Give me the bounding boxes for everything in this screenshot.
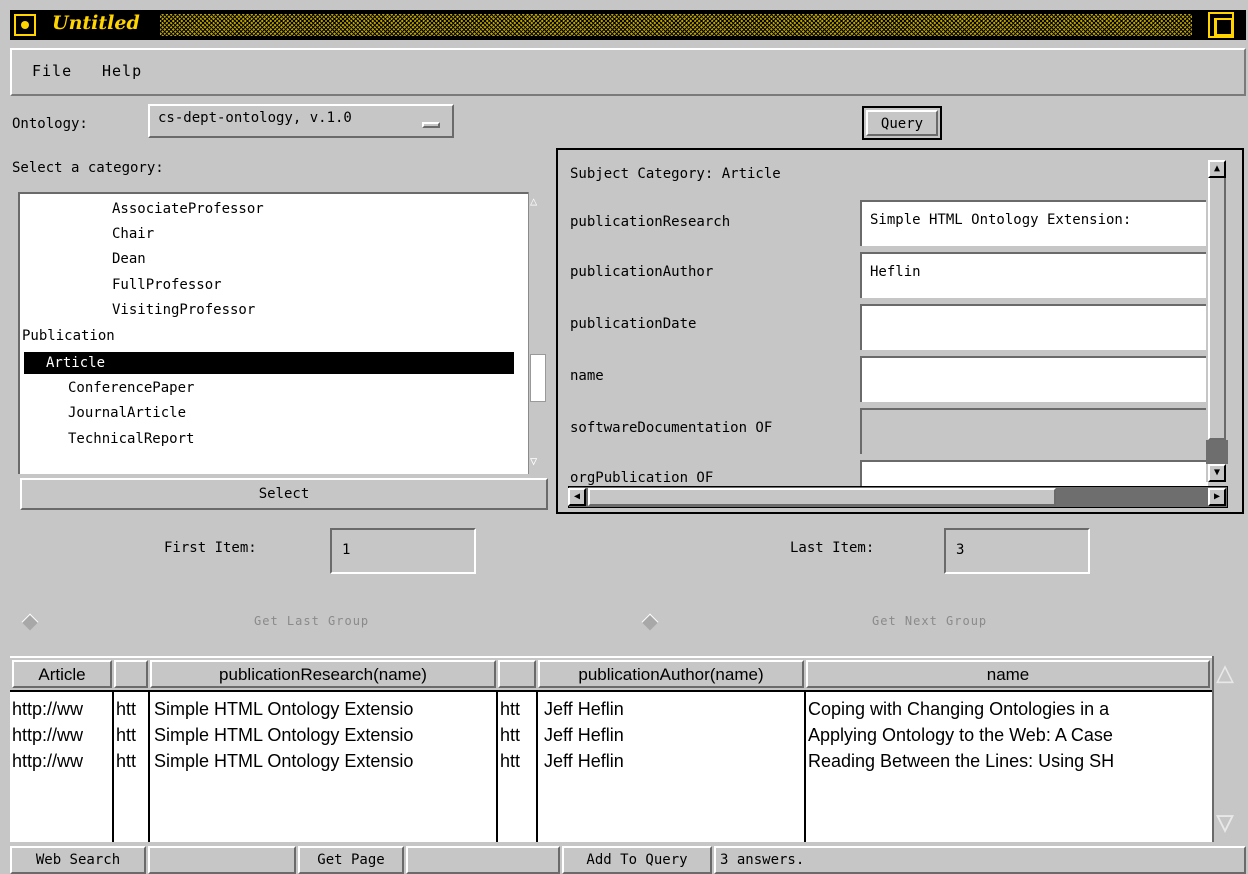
property-label: softwareDocumentation OF xyxy=(570,420,773,436)
publication-date-field[interactable] xyxy=(860,304,1208,350)
list-item-selected[interactable]: Article xyxy=(24,352,514,374)
title-bar-stripes xyxy=(160,14,1192,36)
table-cell[interactable]: Simple HTML Ontology Extensio xyxy=(154,748,494,774)
property-vertical-scroll-thumb[interactable] xyxy=(1208,176,1226,440)
get-last-group-button: Get Last Group xyxy=(254,614,370,628)
table-cell[interactable]: htt xyxy=(116,722,146,748)
status-spacer xyxy=(148,846,296,874)
property-horizontal-scroll-thumb[interactable] xyxy=(588,488,1056,506)
column-header-name[interactable]: name xyxy=(806,660,1210,688)
table-cell[interactable]: htt xyxy=(116,696,146,722)
query-button[interactable]: Query xyxy=(862,106,942,140)
list-item[interactable]: FullProfessor xyxy=(112,274,222,296)
last-group-radio-icon xyxy=(21,613,39,631)
list-item[interactable]: TechnicalReport xyxy=(68,428,194,450)
get-page-button[interactable]: Get Page xyxy=(298,846,404,874)
publication-author-field[interactable]: Heflin xyxy=(860,252,1208,298)
table-cell[interactable]: Jeff Heflin xyxy=(544,748,802,774)
table-cell[interactable]: http://ww xyxy=(12,748,110,774)
publication-research-field[interactable]: Simple HTML Ontology Extension: xyxy=(860,200,1208,246)
table-cell[interactable]: htt xyxy=(500,722,534,748)
last-item-label: Last Item: xyxy=(790,540,875,556)
table-cell[interactable]: http://ww xyxy=(12,722,110,748)
status-answers: 3 answers. xyxy=(714,846,1246,874)
list-item[interactable]: JournalArticle xyxy=(68,402,186,424)
add-to-query-button[interactable]: Add To Query xyxy=(562,846,712,874)
window-menu-icon[interactable] xyxy=(14,14,36,36)
column-header-publication-research[interactable]: publicationResearch(name) xyxy=(150,660,496,688)
category-label: Select a category: xyxy=(12,160,164,176)
scroll-down-icon[interactable]: ▼ xyxy=(1208,464,1226,482)
scroll-down-icon[interactable]: ▽ xyxy=(1216,806,1234,840)
menu-file[interactable]: File xyxy=(32,62,72,80)
ontology-label: Ontology: xyxy=(12,116,88,132)
last-item-field[interactable]: 3 xyxy=(944,528,1090,574)
property-label: name xyxy=(570,368,604,384)
menu-bar xyxy=(10,48,1246,96)
ontology-select-value: cs-dept-ontology, v.1.0 xyxy=(158,110,352,126)
column-header-article[interactable]: Article xyxy=(12,660,112,688)
category-scroll-thumb[interactable] xyxy=(530,354,546,402)
scroll-left-icon[interactable]: ◀ xyxy=(568,488,586,506)
property-label: orgPublication OF xyxy=(570,470,714,486)
get-next-group-button: Get Next Group xyxy=(872,614,988,628)
table-cell[interactable]: Simple HTML Ontology Extensio xyxy=(154,722,494,748)
list-item[interactable]: ConferencePaper xyxy=(68,377,194,399)
window-title: Untitled xyxy=(52,12,140,34)
table-cell[interactable]: Jeff Heflin xyxy=(544,696,802,722)
table-cell[interactable]: Applying Ontology to the Web: A Case xyxy=(808,722,1210,748)
column-divider xyxy=(112,690,114,842)
property-vertical-scroll-track[interactable] xyxy=(1206,440,1228,464)
list-item[interactable]: Publication xyxy=(22,325,115,347)
scroll-up-icon[interactable]: △ xyxy=(1216,656,1234,690)
scroll-down-icon[interactable]: ▽ xyxy=(530,454,537,468)
scroll-right-icon[interactable]: ▶ xyxy=(1208,488,1226,506)
property-panel: Subject Category: Article publicationRes… xyxy=(556,148,1244,514)
table-cell[interactable]: htt xyxy=(116,748,146,774)
column-divider xyxy=(536,690,538,842)
query-button-label: Query xyxy=(866,110,938,136)
column-divider xyxy=(804,690,806,842)
web-search-button[interactable]: Web Search xyxy=(10,846,146,874)
property-label: publicationAuthor xyxy=(570,264,714,280)
list-item[interactable]: AssociateProfessor xyxy=(112,198,264,220)
next-group-radio-icon xyxy=(641,613,659,631)
column-divider xyxy=(496,690,498,842)
table-cell[interactable]: http://ww xyxy=(12,696,110,722)
table-cell[interactable]: htt xyxy=(500,696,534,722)
software-documentation-field xyxy=(860,408,1208,454)
column-header[interactable] xyxy=(114,660,148,688)
list-item[interactable]: Chair xyxy=(112,223,154,245)
property-label: publicationResearch xyxy=(570,214,731,230)
list-item[interactable]: Dean xyxy=(112,248,146,270)
property-label: publicationDate xyxy=(570,316,697,332)
maximize-icon[interactable] xyxy=(1208,12,1234,38)
option-menu-icon xyxy=(422,122,440,128)
table-cell[interactable]: Simple HTML Ontology Extensio xyxy=(154,696,494,722)
column-header[interactable] xyxy=(498,660,536,688)
table-cell[interactable]: htt xyxy=(500,748,534,774)
ontology-select[interactable]: cs-dept-ontology, v.1.0 xyxy=(148,104,454,138)
menu-help[interactable]: Help xyxy=(102,62,142,80)
category-list[interactable]: AssociateProfessor Chair Dean FullProfes… xyxy=(18,192,528,474)
scroll-up-icon[interactable]: ▲ xyxy=(1208,160,1226,178)
scroll-up-icon[interactable]: △ xyxy=(530,194,537,208)
table-cell[interactable]: Coping with Changing Ontologies in a xyxy=(808,696,1210,722)
select-button[interactable]: Select xyxy=(20,478,548,510)
list-item[interactable]: VisitingProfessor xyxy=(112,299,255,321)
table-cell[interactable]: Jeff Heflin xyxy=(544,722,802,748)
first-item-field[interactable]: 1 xyxy=(330,528,476,574)
category-scrollbar[interactable] xyxy=(528,192,548,474)
table-cell[interactable]: Reading Between the Lines: Using SH xyxy=(808,748,1210,774)
subject-category-label: Subject Category: Article xyxy=(570,166,781,182)
status-spacer xyxy=(406,846,560,874)
first-item-label: First Item: xyxy=(164,540,257,556)
name-field[interactable] xyxy=(860,356,1208,402)
column-divider xyxy=(148,690,150,842)
column-header-publication-author[interactable]: publicationAuthor(name) xyxy=(538,660,804,688)
